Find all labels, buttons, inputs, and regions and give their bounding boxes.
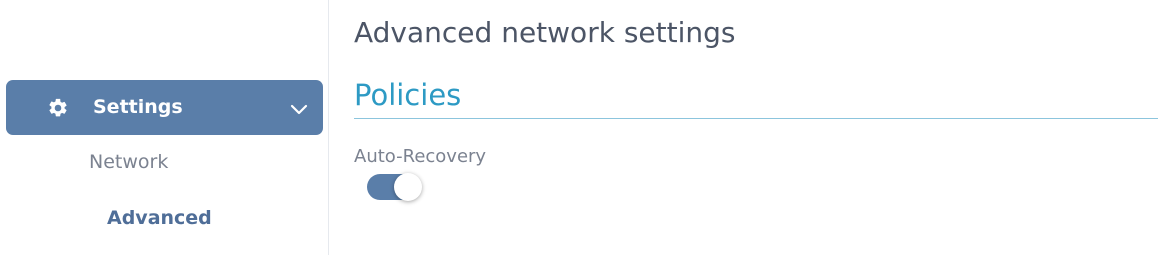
sidebar-item-advanced[interactable]: Advanced <box>107 207 212 229</box>
gear-icon <box>49 98 67 117</box>
app-layout: Settings Network Advanced Advanced netwo… <box>0 0 1158 255</box>
section-divider <box>354 118 1158 119</box>
settings-menu-label: Settings <box>93 96 183 118</box>
auto-recovery-toggle[interactable] <box>367 173 422 201</box>
toggle-knob <box>394 173 422 201</box>
settings-menu-header[interactable]: Settings <box>6 80 323 135</box>
sidebar: Settings Network Advanced <box>0 0 329 255</box>
section-title-policies: Policies <box>354 78 462 112</box>
sidebar-item-network[interactable]: Network <box>89 151 168 173</box>
chevron-down-icon <box>290 104 308 115</box>
auto-recovery-label: Auto-Recovery <box>354 146 487 167</box>
page-title: Advanced network settings <box>354 16 736 49</box>
